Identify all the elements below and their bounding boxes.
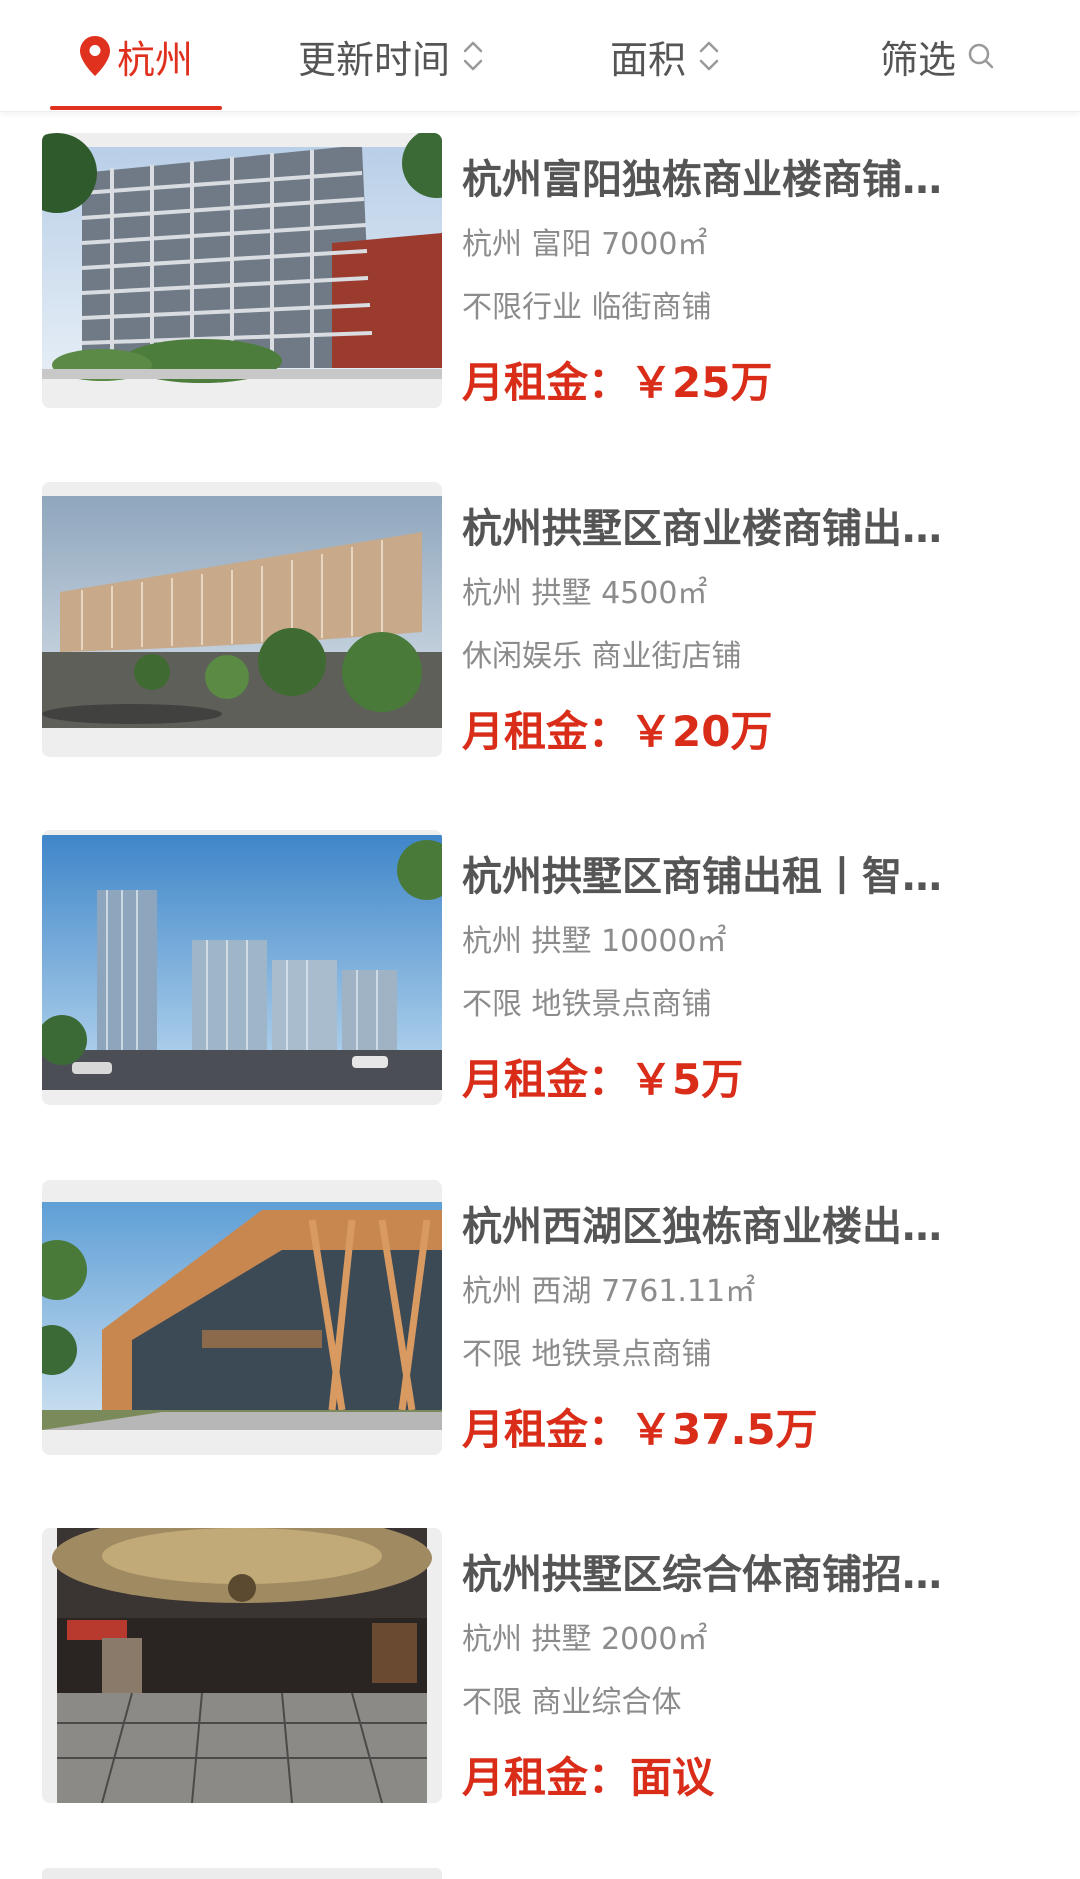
listing-tags: 不限 地铁景点商铺 (462, 1337, 712, 1372)
listing-title: 杭州西湖区独栋商业楼出… (462, 1204, 942, 1250)
sort-updown-icon (463, 41, 483, 71)
city-label: 杭州 (116, 37, 193, 82)
sort-area-label: 面积 (610, 37, 687, 82)
listing-thumbnail (42, 133, 442, 408)
listing-card[interactable]: 杭州拱墅区综合体商铺招… 杭州 拱墅 2000㎡ 不限 商业综合体 月租金：面议 (0, 1528, 1080, 1828)
listing-thumbnail (42, 830, 442, 1105)
listing-tags: 休闲娱乐 商业街店铺 (462, 639, 742, 674)
filter-bar: 杭州 更新时间 面积 筛选 (0, 0, 1080, 112)
listing-price: 月租金：￥5万 (462, 1055, 744, 1104)
listing-price: 月租金：￥20万 (462, 707, 773, 756)
sort-time-label: 更新时间 (298, 37, 451, 82)
filter-label: 筛选 (880, 37, 957, 82)
listing-title: 杭州拱墅区商铺出租丨智… (462, 854, 942, 900)
listing-price: 月租金：￥25万 (462, 358, 773, 407)
sort-by-update-time[interactable]: 更新时间 (298, 0, 484, 112)
listing-tags: 不限行业 临街商铺 (462, 290, 712, 325)
sort-updown-icon (699, 41, 719, 71)
listing-price: 月租金：￥37.5万 (462, 1405, 818, 1454)
listing-card[interactable]: 杭州拱墅区商铺出租丨智… 杭州 拱墅 10000㎡ 不限 地铁景点商铺 月租金：… (0, 830, 1080, 1130)
listing-thumbnail (42, 1180, 442, 1455)
city-selector[interactable]: 杭州 (50, 0, 222, 112)
active-tab-indicator (50, 106, 222, 110)
listing-location-area: 杭州 拱墅 10000㎡ (462, 924, 727, 959)
sort-by-area[interactable]: 面积 (610, 0, 720, 112)
filter-button[interactable]: 筛选 (880, 0, 996, 112)
listing-card[interactable]: 杭州西湖区独栋商业楼出… 杭州 西湖 7761.11㎡ 不限 地铁景点商铺 月租… (0, 1180, 1080, 1480)
listing-location-area: 杭州 富阳 7000㎡ (462, 227, 708, 262)
listing-location-area: 杭州 西湖 7761.11㎡ (462, 1274, 756, 1309)
listing-thumbnail (42, 482, 442, 757)
listing-price: 月租金：面议 (462, 1753, 715, 1802)
listing-title: 杭州富阳独栋商业楼商铺… (462, 157, 942, 203)
search-icon (968, 43, 994, 69)
listing-card[interactable]: 杭州拱墅区商业楼商铺出… 杭州 拱墅 4500㎡ 休闲娱乐 商业街店铺 月租金：… (0, 482, 1080, 782)
listing-tags: 不限 地铁景点商铺 (462, 987, 712, 1022)
listing-card[interactable]: 杭州富阳独栋商业楼商铺… 杭州 富阳 7000㎡ 不限行业 临街商铺 月租金：￥… (0, 133, 1080, 433)
listing-tags: 不限 商业综合体 (462, 1685, 682, 1720)
location-pin-icon (79, 36, 110, 76)
listing-thumbnail (42, 1528, 442, 1803)
listing-location-area: 杭州 拱墅 2000㎡ (462, 1622, 708, 1657)
listing-location-area: 杭州 拱墅 4500㎡ (462, 576, 708, 611)
next-listing-thumbnail-edge (42, 1868, 442, 1879)
listing-title: 杭州拱墅区综合体商铺招… (462, 1552, 942, 1598)
listing-title: 杭州拱墅区商业楼商铺出… (462, 506, 942, 552)
